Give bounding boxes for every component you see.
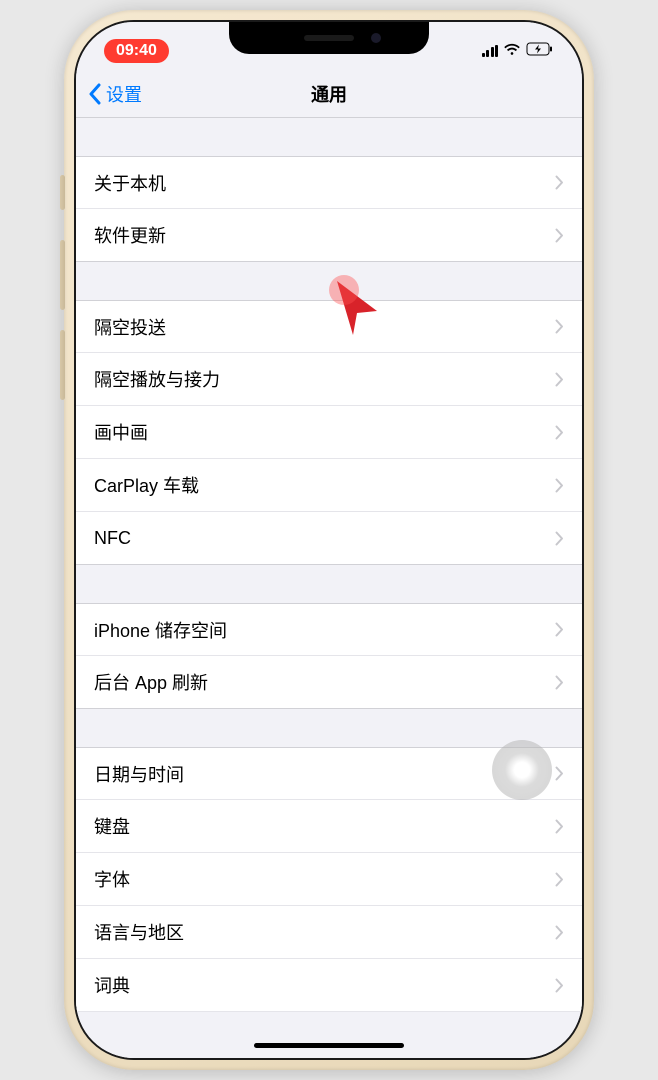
chevron-right-icon bbox=[555, 675, 564, 690]
back-button[interactable]: 设置 bbox=[88, 81, 142, 107]
cellular-signal-icon bbox=[482, 45, 499, 57]
battery-charging-icon bbox=[526, 42, 554, 61]
settings-content[interactable]: 关于本机 软件更新 隔空投送 隔空播放与接力 画中画 CarPlay 车 bbox=[76, 118, 582, 1058]
section-gap bbox=[76, 709, 582, 747]
item-label: 隔空投送 bbox=[94, 314, 555, 340]
touch-indicator bbox=[329, 275, 359, 305]
chevron-right-icon bbox=[555, 372, 564, 387]
back-label: 设置 bbox=[106, 81, 142, 107]
chevron-right-icon bbox=[555, 175, 564, 190]
chevron-right-icon bbox=[555, 531, 564, 546]
front-camera bbox=[371, 33, 381, 43]
chevron-left-icon bbox=[88, 83, 102, 105]
list-item-nfc[interactable]: NFC bbox=[76, 512, 582, 565]
status-time-recording[interactable]: 09:40 bbox=[104, 39, 169, 63]
chevron-right-icon bbox=[555, 478, 564, 493]
list-item-language-region[interactable]: 语言与地区 bbox=[76, 906, 582, 959]
chevron-right-icon bbox=[555, 819, 564, 834]
list-item-airplay-handoff[interactable]: 隔空播放与接力 bbox=[76, 353, 582, 406]
chevron-right-icon bbox=[555, 872, 564, 887]
list-item-carplay[interactable]: CarPlay 车载 bbox=[76, 459, 582, 512]
chevron-right-icon bbox=[555, 766, 564, 781]
item-label: 隔空播放与接力 bbox=[94, 366, 555, 392]
nav-bar: 设置 通用 bbox=[76, 70, 582, 118]
chevron-right-icon bbox=[555, 622, 564, 637]
page-title: 通用 bbox=[76, 81, 582, 107]
item-label: 后台 App 刷新 bbox=[94, 669, 555, 695]
chevron-right-icon bbox=[555, 319, 564, 334]
chevron-right-icon bbox=[555, 425, 564, 440]
item-label: 软件更新 bbox=[94, 222, 555, 248]
section-gap bbox=[76, 565, 582, 603]
section-gap bbox=[76, 118, 582, 156]
item-label: CarPlay 车载 bbox=[94, 472, 555, 498]
list-item-keyboard[interactable]: 键盘 bbox=[76, 800, 582, 853]
item-label: 词典 bbox=[94, 972, 555, 998]
status-indicators bbox=[482, 42, 555, 61]
item-label: 字体 bbox=[94, 866, 555, 892]
list-item-iphone-storage[interactable]: iPhone 储存空间 bbox=[76, 603, 582, 656]
tutorial-cursor bbox=[329, 275, 384, 345]
list-item-software-update[interactable]: 软件更新 bbox=[76, 209, 582, 262]
phone-frame: 09:40 设置 通用 关于本机 bbox=[64, 10, 594, 1070]
volume-down-button bbox=[60, 330, 65, 400]
chevron-right-icon bbox=[555, 925, 564, 940]
item-label: NFC bbox=[94, 528, 555, 549]
list-item-dictionary[interactable]: 词典 bbox=[76, 959, 582, 1012]
phone-screen: 09:40 设置 通用 关于本机 bbox=[74, 20, 584, 1060]
list-item-picture-in-picture[interactable]: 画中画 bbox=[76, 406, 582, 459]
item-label: 关于本机 bbox=[94, 170, 555, 196]
item-label: 语言与地区 bbox=[94, 919, 555, 945]
volume-up-button bbox=[60, 240, 65, 310]
item-label: 画中画 bbox=[94, 419, 555, 445]
list-item-fonts[interactable]: 字体 bbox=[76, 853, 582, 906]
item-label: iPhone 储存空间 bbox=[94, 617, 555, 643]
notch bbox=[229, 22, 429, 54]
list-item-background-app-refresh[interactable]: 后台 App 刷新 bbox=[76, 656, 582, 709]
assistive-touch-button[interactable] bbox=[492, 740, 552, 800]
home-indicator[interactable] bbox=[254, 1043, 404, 1048]
item-label: 日期与时间 bbox=[94, 761, 555, 787]
chevron-right-icon bbox=[555, 228, 564, 243]
speaker bbox=[304, 35, 354, 41]
wifi-icon bbox=[503, 42, 521, 61]
item-label: 键盘 bbox=[94, 813, 555, 839]
chevron-right-icon bbox=[555, 978, 564, 993]
mute-switch bbox=[60, 175, 65, 210]
list-item-about[interactable]: 关于本机 bbox=[76, 156, 582, 209]
